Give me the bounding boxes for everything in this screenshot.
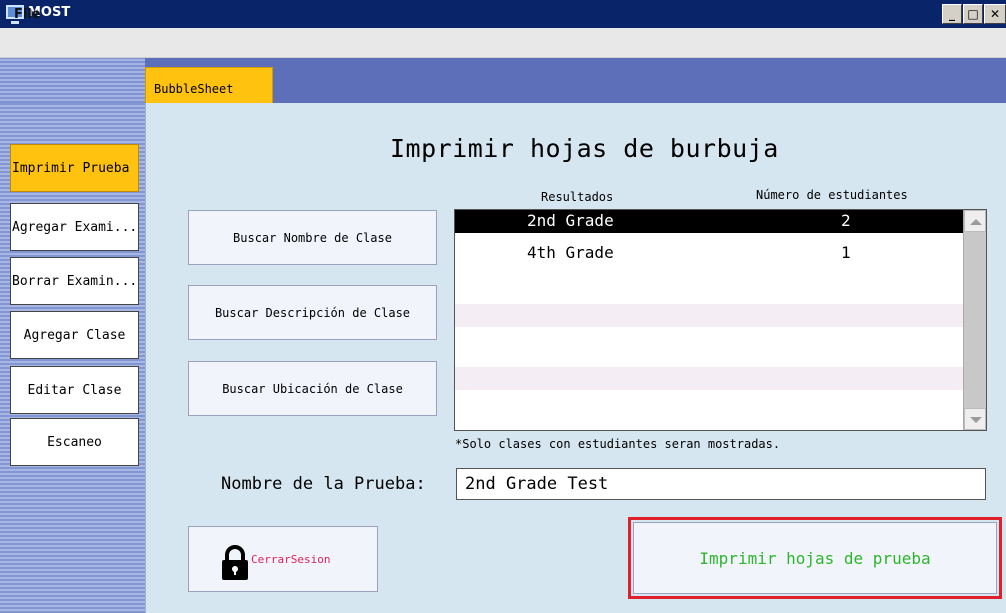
test-name-input[interactable] <box>456 468 986 500</box>
scroll-down-button[interactable] <box>964 408 986 430</box>
sidebar-item-agregar-clase[interactable]: Agregar Clase <box>10 311 139 359</box>
menu-bar <box>0 28 1006 58</box>
menu-file[interactable]: File <box>14 7 41 22</box>
scrollbar[interactable] <box>963 210 986 430</box>
list-item[interactable]: 2nd Grade 2 <box>455 210 963 233</box>
minimize-button[interactable]: _ <box>942 4 962 24</box>
lock-icon <box>222 545 248 580</box>
page-title: Imprimir hojas de burbuja <box>390 134 779 163</box>
column-header-numero-estudiantes: Número de estudiantes <box>756 188 908 202</box>
sidebar-item-agregar-examen[interactable]: Agregar Exami... <box>10 203 139 251</box>
print-test-sheets-button[interactable]: Imprimir hojas de prueba <box>633 522 997 594</box>
tab-bubblesheet[interactable]: BubbleSheet <box>145 67 273 103</box>
search-class-description-button[interactable]: Buscar Descripción de Clase <box>188 285 437 340</box>
search-class-location-button[interactable]: Buscar Ubicación de Clase <box>188 361 437 416</box>
close-button[interactable]: ✕ <box>984 4 1006 24</box>
logout-label: CerrarSesion <box>251 553 331 566</box>
maximize-button[interactable]: □ <box>963 4 983 24</box>
list-item-count: 2 <box>841 211 851 230</box>
test-name-label: Nombre de la Prueba: <box>221 474 426 494</box>
results-list[interactable]: 2nd Grade 2 4th Grade 1 <box>454 209 987 431</box>
sidebar-item-escaneo[interactable]: Escaneo <box>10 418 139 466</box>
scroll-up-button[interactable] <box>964 210 986 232</box>
list-item-count: 1 <box>841 243 851 262</box>
column-header-resultados: Resultados <box>541 190 614 204</box>
title-bar <box>0 0 1006 28</box>
empty-row <box>455 304 963 327</box>
sidebar-item-editar-clase[interactable]: Editar Clase <box>10 366 139 414</box>
results-note: *Solo clases con estudiantes seran mostr… <box>455 437 781 451</box>
sidebar-item-imprimir-prueba[interactable]: Imprimir Prueba <box>10 144 139 192</box>
list-item-name: 2nd Grade <box>527 211 614 230</box>
search-class-name-button[interactable]: Buscar Nombre de Clase <box>188 210 437 265</box>
logout-button[interactable]: CerrarSesion <box>188 526 378 592</box>
chevron-up-icon <box>970 219 982 225</box>
list-item-name: 4th Grade <box>527 243 614 262</box>
sidebar-header <box>0 58 145 103</box>
chevron-down-icon <box>970 417 982 423</box>
sidebar-item-borrar-examen[interactable]: Borrar Examin... <box>10 257 139 305</box>
empty-row <box>455 367 963 390</box>
list-item[interactable]: 4th Grade 1 <box>455 242 963 265</box>
